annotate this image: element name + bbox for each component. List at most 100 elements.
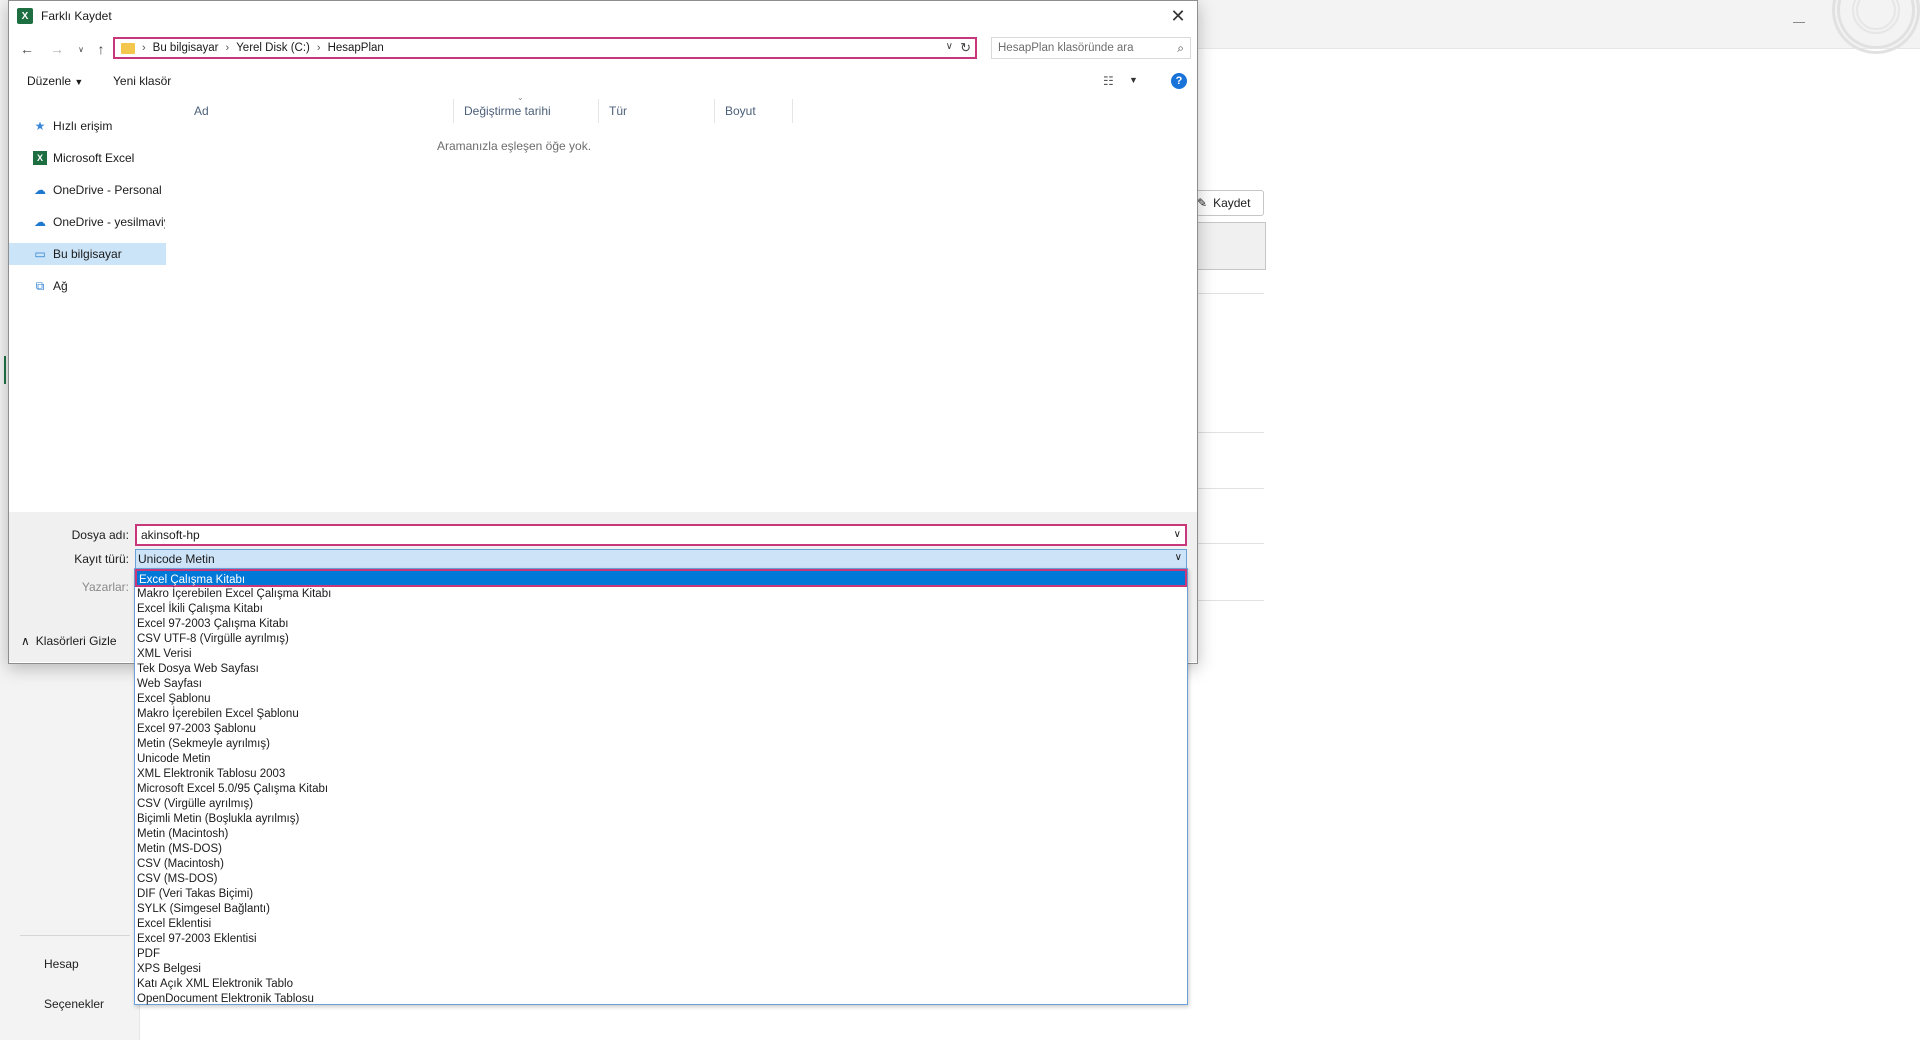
- forward-arrow-icon[interactable]: →: [47, 39, 67, 59]
- save-as-dialog: X Farklı Kaydet ✕ ← → ∨ ↑ › Bu bilgisaya…: [8, 0, 1198, 664]
- filetype-dropdown-list: Excel Çalışma Kitabı Makro İçerebilen Exc…: [134, 568, 1188, 1005]
- organize-label: Düzenle: [27, 74, 72, 88]
- filetype-option[interactable]: Web Sayfası: [135, 677, 1187, 692]
- file-list: Ad Değiştirme tarihi ⌄ Tür Boyut Aramanı…: [169, 93, 1195, 511]
- sidebar-item-microsoft-excel[interactable]: X Microsoft Excel: [9, 147, 166, 169]
- filename-label: Dosya adı:: [71, 528, 129, 542]
- computer-icon: ▭: [34, 247, 46, 261]
- backstage-save-button[interactable]: ✎ Kaydet: [1190, 190, 1264, 216]
- star-icon: ★: [34, 119, 46, 133]
- authors-label: Yazarlar:: [81, 580, 129, 594]
- filetype-option[interactable]: XPS Belgesi: [135, 962, 1187, 977]
- column-header-type[interactable]: Tür: [599, 99, 715, 123]
- column-header-name[interactable]: Ad: [184, 99, 454, 123]
- up-arrow-icon[interactable]: ↑: [91, 39, 111, 59]
- filetype-option[interactable]: Katı Açık XML Elektronik Tablo: [135, 977, 1187, 992]
- search-icon: ⌕: [1177, 41, 1184, 55]
- chevron-down-icon[interactable]: ∨: [1174, 529, 1181, 540]
- excel-icon: X: [17, 8, 33, 24]
- filetype-option[interactable]: Excel Çalışma Kitabı: [135, 569, 1187, 587]
- breadcrumb-local-disk[interactable]: Yerel Disk (C:): [236, 42, 310, 54]
- empty-results-message: Aramanızla eşleşen öğe yok.: [436, 139, 592, 153]
- folder-icon: [121, 42, 135, 54]
- network-icon: ⧉: [35, 278, 45, 293]
- chevron-right-icon: ›: [316, 42, 321, 54]
- search-input[interactable]: HesapPlan klasöründe ara ⌕: [991, 37, 1191, 59]
- filetype-option[interactable]: Metin (Sekmeyle ayrılmış): [135, 737, 1187, 752]
- sidebar-item-onedrive-personal[interactable]: ☁ OneDrive - Personal: [9, 179, 166, 201]
- backstage-save-label: Kaydet: [1213, 196, 1251, 210]
- filename-field[interactable]: akinsoft-hp ∨: [135, 524, 1187, 546]
- breadcrumb-this-pc[interactable]: Bu bilgisayar: [153, 42, 219, 54]
- nav-account[interactable]: Hesap: [44, 957, 79, 971]
- sidebar-item-label: Ağ: [53, 279, 68, 293]
- filetype-option[interactable]: Excel Şablonu: [135, 692, 1187, 707]
- view-options-icon[interactable]: ☷: [1103, 74, 1114, 88]
- filetype-option[interactable]: PDF: [135, 947, 1187, 962]
- refresh-icon[interactable]: ↻: [960, 40, 971, 56]
- active-nav-indicator: [4, 356, 6, 384]
- minimize-icon[interactable]: [1793, 22, 1805, 23]
- sidebar-item-onedrive-business[interactable]: ☁ OneDrive - yesilmaviyazilim: [9, 211, 166, 233]
- excel-icon: X: [33, 151, 47, 165]
- filetype-option[interactable]: Makro İçerebilen Excel Çalışma Kitabı: [135, 587, 1187, 602]
- back-arrow-icon[interactable]: ←: [17, 39, 37, 59]
- filetype-option[interactable]: Metin (Macintosh): [135, 827, 1187, 842]
- column-header-size[interactable]: Boyut: [715, 99, 793, 123]
- backstage-preview-box: [1190, 222, 1266, 270]
- view-dropdown-icon[interactable]: ▼: [1129, 75, 1138, 85]
- sidebar-item-label: OneDrive - Personal: [53, 183, 162, 197]
- hide-folders-button[interactable]: ∧ Klasörleri Gizle: [21, 634, 117, 648]
- organize-button[interactable]: Düzenle ▼: [27, 74, 83, 88]
- filetype-option[interactable]: Excel 97-2003 Şablonu: [135, 722, 1187, 737]
- sidebar-item-label: Hızlı erişim: [53, 119, 113, 133]
- recent-locations-chevron-icon[interactable]: ∨: [71, 39, 91, 59]
- help-icon[interactable]: ?: [1171, 73, 1187, 89]
- filetype-option[interactable]: Excel 97-2003 Eklentisi: [135, 932, 1187, 947]
- dialog-titlebar: X Farklı Kaydet ✕: [9, 1, 1197, 31]
- breadcrumb-hesapplan[interactable]: HesapPlan: [328, 42, 384, 54]
- save-icon: ✎: [1197, 196, 1208, 210]
- sidebar-item-label: OneDrive - yesilmaviyazilim: [53, 215, 165, 229]
- filetype-option[interactable]: CSV UTF-8 (Virgülle ayrılmış): [135, 632, 1187, 647]
- chevron-down-icon[interactable]: ∨: [1175, 552, 1182, 563]
- cloud-icon: ☁: [34, 215, 46, 229]
- filetype-option[interactable]: Makro İçerebilen Excel Şablonu: [135, 707, 1187, 722]
- sidebar-item-quick-access[interactable]: ★ Hızlı erişim: [9, 115, 166, 137]
- filetype-select[interactable]: Unicode Metin ∨: [135, 549, 1187, 569]
- filetype-option[interactable]: CSV (MS-DOS): [135, 872, 1187, 887]
- column-header-modified[interactable]: Değiştirme tarihi: [454, 99, 599, 123]
- chevron-right-icon: ›: [142, 42, 146, 54]
- filetype-option[interactable]: Biçimli Metin (Boşlukla ayrılmış): [135, 812, 1187, 827]
- filetype-option[interactable]: DIF (Veri Takas Biçimi): [135, 887, 1187, 902]
- filetype-option[interactable]: SYLK (Simgesel Bağlantı): [135, 902, 1187, 917]
- sidebar-item-this-pc[interactable]: ▭ Bu bilgisayar: [9, 243, 166, 265]
- navigation-bar: ← → ∨ ↑ › Bu bilgisayar › Yerel Disk (C:…: [9, 35, 1197, 63]
- filetype-option[interactable]: Microsoft Excel 5.0/95 Çalışma Kitabı: [135, 782, 1187, 797]
- new-folder-button[interactable]: Yeni klasör: [113, 74, 171, 88]
- filename-value: akinsoft-hp: [141, 528, 200, 542]
- nav-options[interactable]: Seçenekler: [44, 997, 104, 1011]
- filetype-option[interactable]: Tek Dosya Web Sayfası: [135, 662, 1187, 677]
- command-bar: Düzenle ▼ Yeni klasör ☷ ▼ ?: [9, 69, 1197, 95]
- filetype-option[interactable]: Excel İkili Çalışma Kitabı: [135, 602, 1187, 617]
- sort-indicator-icon: ⌄: [517, 93, 524, 102]
- address-dropdown-icon[interactable]: ∨: [946, 41, 953, 52]
- sidebar-item-network[interactable]: ⧉ Ağ: [9, 275, 166, 297]
- backstage-nav-divider: [20, 935, 130, 936]
- navigation-pane: ★ Hızlı erişim X Microsoft Excel ☁ OneDr…: [9, 99, 166, 511]
- filetype-option[interactable]: XML Elektronik Tablosu 2003: [135, 767, 1187, 782]
- filetype-option[interactable]: Excel Eklentisi: [135, 917, 1187, 932]
- hide-folders-label: Klasörleri Gizle: [35, 634, 117, 648]
- filetype-option[interactable]: Unicode Metin: [135, 752, 1187, 767]
- filetype-selected-value: Unicode Metin: [138, 552, 215, 566]
- chevron-up-icon: ∧: [21, 634, 30, 648]
- filetype-option[interactable]: Excel 97-2003 Çalışma Kitabı: [135, 617, 1187, 632]
- filetype-option[interactable]: CSV (Macintosh): [135, 857, 1187, 872]
- filetype-option[interactable]: Metin (MS-DOS): [135, 842, 1187, 857]
- address-bar[interactable]: › Bu bilgisayar › Yerel Disk (C:) › Hesa…: [113, 37, 977, 59]
- filetype-option[interactable]: CSV (Virgülle ayrılmış): [135, 797, 1187, 812]
- filetype-option[interactable]: OpenDocument Elektronik Tablosu: [135, 992, 1187, 1007]
- close-icon[interactable]: ✕: [1165, 3, 1191, 29]
- filetype-option[interactable]: XML Verisi: [135, 647, 1187, 662]
